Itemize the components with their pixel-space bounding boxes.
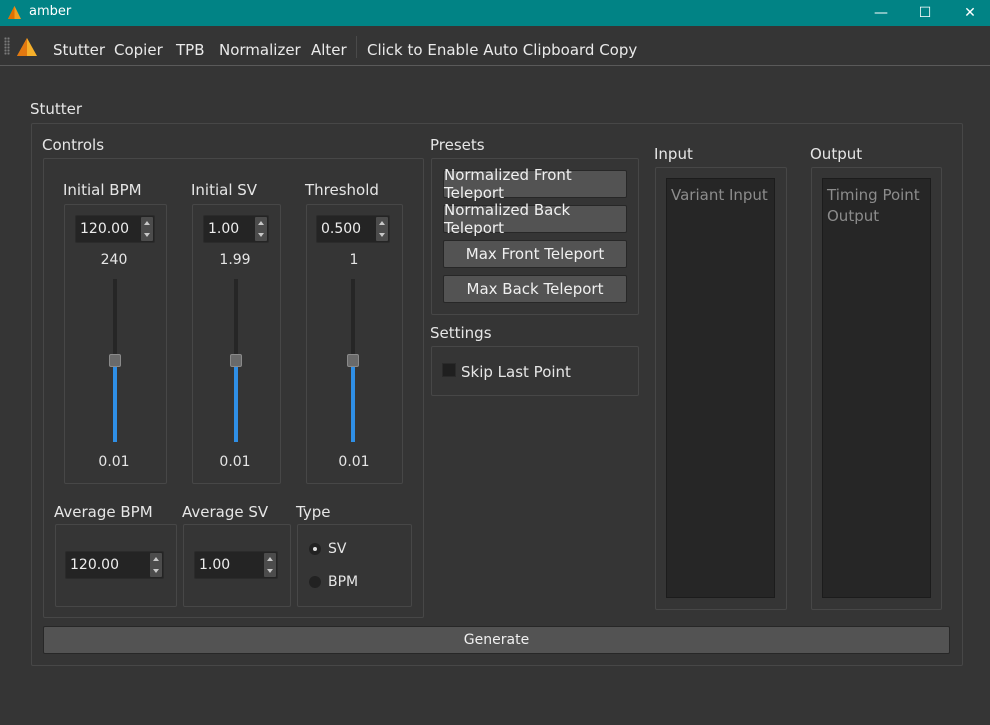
spin-down-icon[interactable] bbox=[258, 233, 264, 237]
presets-title: Presets bbox=[430, 136, 485, 154]
spin-up-icon[interactable] bbox=[153, 557, 159, 561]
threshold-max: 1 bbox=[349, 252, 359, 268]
type-sv-label[interactable]: SV bbox=[328, 541, 346, 557]
average-bpm-value: 120.00 bbox=[70, 557, 119, 573]
initial-sv-min: 0.01 bbox=[219, 454, 251, 470]
menu-copier[interactable]: Copier bbox=[114, 41, 163, 59]
type-sv-radio[interactable] bbox=[309, 543, 321, 555]
threshold-spinbox[interactable]: 0.500 bbox=[316, 215, 390, 243]
maximize-button[interactable]: ☐ bbox=[902, 0, 948, 26]
initial-sv-max: 1.99 bbox=[219, 252, 251, 268]
menu-bar: Stutter Copier TPB Normalizer Alter Clic… bbox=[0, 26, 990, 66]
toolbar-grip-icon[interactable] bbox=[4, 37, 10, 55]
slider-fill bbox=[234, 360, 238, 442]
minimize-button[interactable]: — bbox=[858, 0, 904, 26]
initial-sv-spinbox[interactable]: 1.00 bbox=[203, 215, 269, 243]
threshold-min: 0.01 bbox=[338, 454, 370, 470]
type-label: Type bbox=[296, 503, 331, 521]
timing-point-output-placeholder: Timing Point Output bbox=[827, 186, 920, 225]
spin-down-icon[interactable] bbox=[153, 569, 159, 573]
window-title: amber bbox=[29, 4, 72, 19]
spin-down-icon[interactable] bbox=[144, 233, 150, 237]
initial-bpm-value: 120.00 bbox=[80, 221, 129, 237]
generate-button[interactable]: Generate bbox=[43, 626, 950, 654]
skip-last-point-checkbox[interactable] bbox=[442, 363, 456, 377]
menu-separator bbox=[356, 36, 357, 58]
type-bpm-label[interactable]: BPM bbox=[328, 574, 358, 590]
settings-title: Settings bbox=[430, 324, 492, 342]
spin-up-icon[interactable] bbox=[267, 557, 273, 561]
initial-bpm-min: 0.01 bbox=[98, 454, 130, 470]
menu-tpb[interactable]: TPB bbox=[176, 41, 205, 59]
spin-down-icon[interactable] bbox=[267, 569, 273, 573]
average-bpm-label: Average BPM bbox=[54, 503, 153, 521]
max-back-teleport-button[interactable]: Max Back Teleport bbox=[443, 275, 627, 303]
amber-triangle-icon bbox=[17, 38, 37, 56]
variant-input-placeholder: Variant Input bbox=[671, 186, 768, 204]
initial-bpm-label: Initial BPM bbox=[63, 181, 142, 199]
threshold-value: 0.500 bbox=[321, 221, 362, 237]
average-sv-value: 1.00 bbox=[199, 557, 231, 573]
output-title: Output bbox=[810, 145, 863, 163]
variant-input-textarea[interactable]: Variant Input bbox=[666, 178, 775, 598]
average-sv-spinbox[interactable]: 1.00 bbox=[194, 551, 278, 579]
skip-last-point-label[interactable]: Skip Last Point bbox=[461, 363, 571, 381]
spin-up-icon[interactable] bbox=[379, 221, 385, 225]
slider-fill bbox=[113, 360, 117, 442]
type-panel bbox=[297, 524, 412, 607]
initial-bpm-max: 240 bbox=[100, 252, 128, 268]
controls-title: Controls bbox=[42, 136, 105, 154]
menu-normalizer[interactable]: Normalizer bbox=[219, 41, 301, 59]
menu-alter[interactable]: Alter bbox=[311, 41, 347, 59]
normalized-back-teleport-button[interactable]: Normalized Back Teleport bbox=[443, 201, 627, 237]
spin-up-icon[interactable] bbox=[258, 221, 264, 225]
auto-clipboard-toggle[interactable]: Click to Enable Auto Clipboard Copy bbox=[367, 41, 637, 59]
title-bar: amber — ☐ ✕ bbox=[0, 0, 990, 26]
slider-handle[interactable] bbox=[109, 354, 121, 367]
max-front-teleport-button[interactable]: Max Front Teleport bbox=[443, 240, 627, 268]
initial-sv-label: Initial SV bbox=[191, 181, 258, 199]
close-button[interactable]: ✕ bbox=[947, 0, 990, 26]
initial-bpm-slider[interactable] bbox=[109, 279, 121, 442]
timing-point-output-textarea[interactable]: Timing Point Output bbox=[822, 178, 931, 598]
initial-sv-slider[interactable] bbox=[230, 279, 242, 442]
threshold-slider[interactable] bbox=[347, 279, 359, 442]
slider-handle[interactable] bbox=[347, 354, 359, 367]
input-title: Input bbox=[654, 145, 693, 163]
menu-stutter[interactable]: Stutter bbox=[53, 41, 105, 59]
type-bpm-radio[interactable] bbox=[309, 576, 321, 588]
threshold-label: Threshold bbox=[305, 181, 379, 199]
normalized-front-teleport-button[interactable]: Normalized Front Teleport bbox=[443, 166, 627, 202]
slider-handle[interactable] bbox=[230, 354, 242, 367]
app-icon bbox=[8, 6, 21, 19]
stutter-group-title: Stutter bbox=[30, 100, 83, 118]
initial-bpm-spinbox[interactable]: 120.00 bbox=[75, 215, 155, 243]
average-sv-label: Average SV bbox=[182, 503, 269, 521]
slider-fill bbox=[351, 360, 355, 442]
average-bpm-spinbox[interactable]: 120.00 bbox=[65, 551, 164, 579]
spin-up-icon[interactable] bbox=[144, 221, 150, 225]
spin-down-icon[interactable] bbox=[379, 233, 385, 237]
initial-sv-value: 1.00 bbox=[208, 221, 240, 237]
